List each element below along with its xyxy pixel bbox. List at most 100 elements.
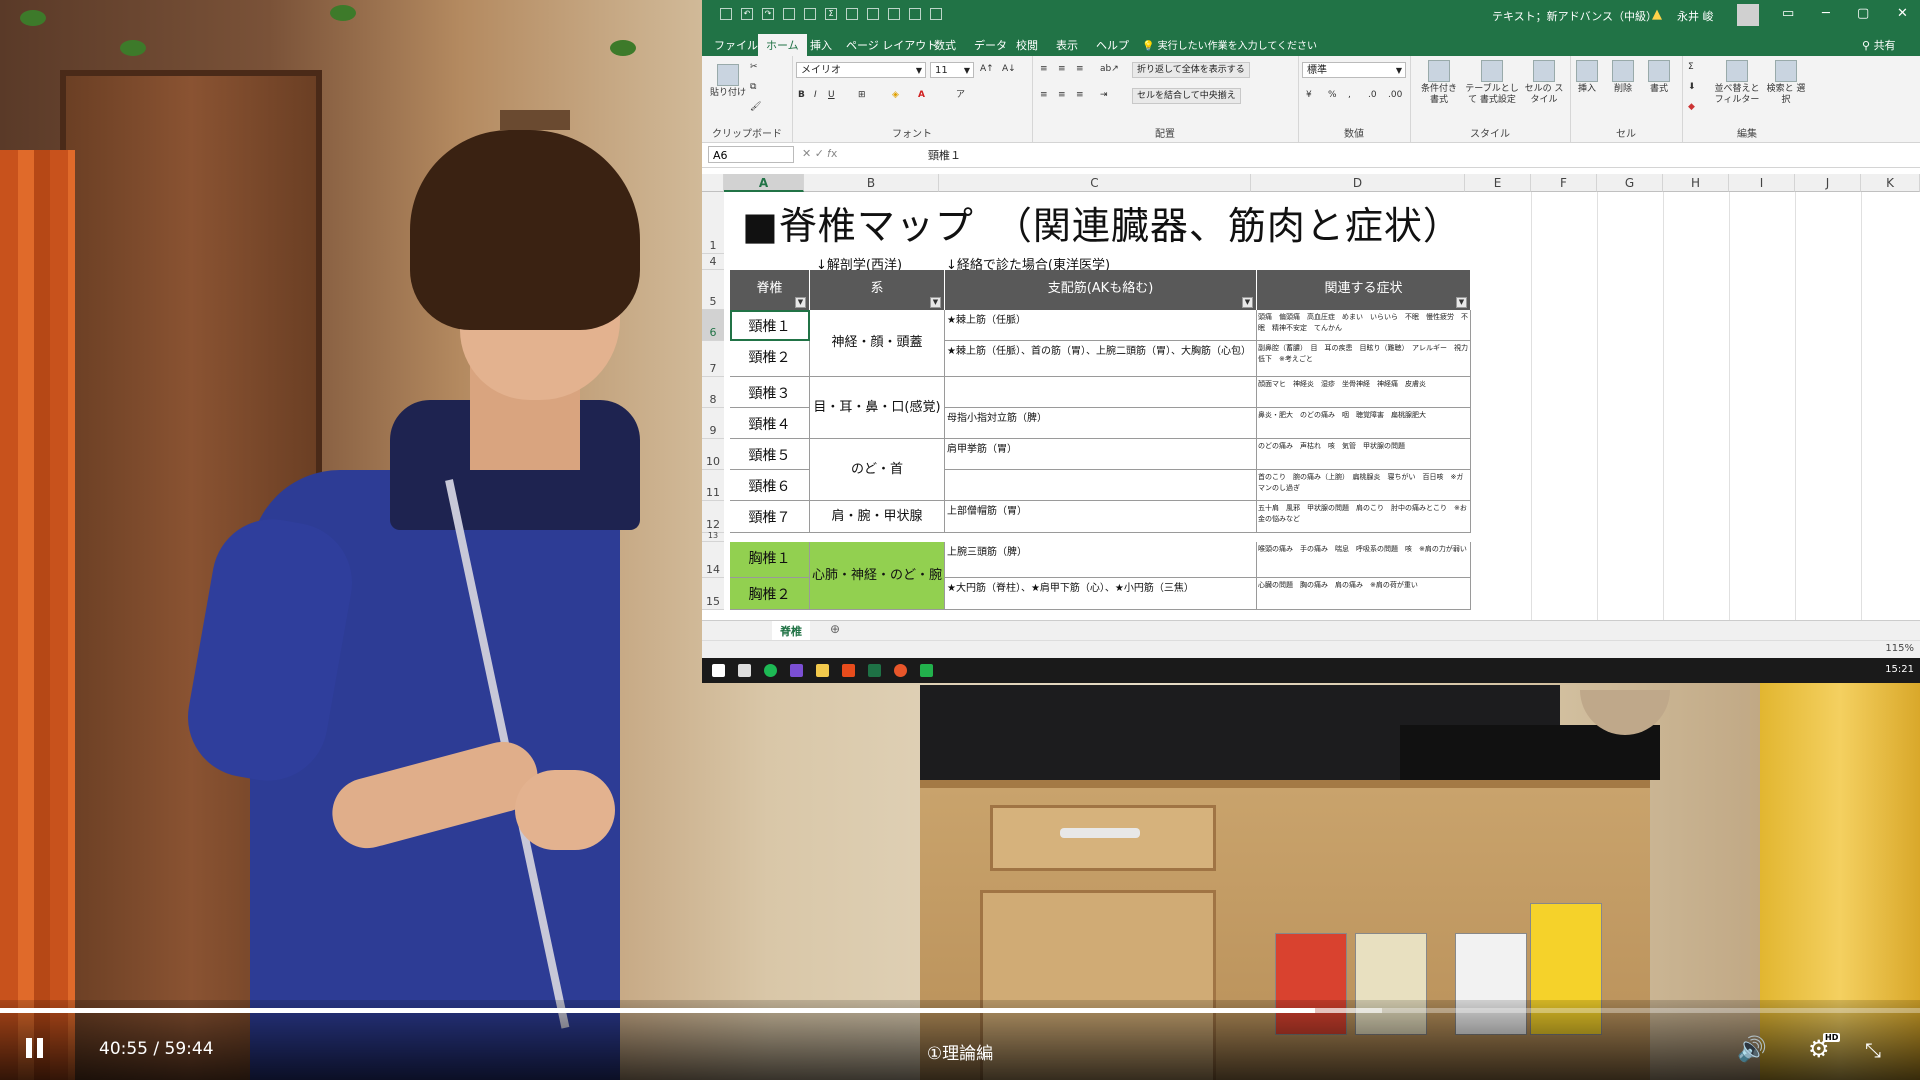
font-size-select[interactable]: 11 ▼ bbox=[930, 62, 974, 78]
decrease-decimal-icon[interactable]: .00 bbox=[1388, 90, 1402, 101]
merge-center-button[interactable]: セルを結合して中央揃え bbox=[1132, 88, 1241, 104]
symptom-cell[interactable]: 副鼻腔（蓄膿） 目 耳の疾患 目眩り（難聴） アレルギー 視力低下 ※考えごと bbox=[1257, 341, 1471, 377]
file-explorer-icon[interactable] bbox=[816, 664, 829, 677]
symptom-cell[interactable]: 鼻炎・肥大 のどの痛み 咽 聴覚障害 扁桃腺肥大 bbox=[1257, 408, 1471, 439]
column-header-f[interactable]: F bbox=[1531, 174, 1597, 192]
fx-icon[interactable]: ✕ ✓ 𝑓x bbox=[802, 147, 837, 161]
align-center-icon[interactable]: ≡ bbox=[1058, 90, 1066, 101]
row-header-15[interactable]: 15 bbox=[702, 578, 724, 610]
formula-input[interactable]: 頸椎１ bbox=[928, 147, 961, 163]
underline-icon[interactable]: U bbox=[828, 90, 835, 101]
tell-me-search[interactable]: 💡 実行したい作業を入力してください bbox=[1142, 37, 1317, 52]
filter-dropdown-icon[interactable]: ▼ bbox=[795, 297, 806, 308]
grow-font-icon[interactable]: A↑ bbox=[980, 64, 994, 75]
add-sheet-icon[interactable]: ⊕ bbox=[830, 622, 840, 636]
row-header-9[interactable]: 9 bbox=[702, 408, 724, 439]
filter-icon[interactable] bbox=[867, 8, 879, 20]
symptom-cell[interactable]: 首のこり 腕の痛み（上腕） 扁桃腺炎 寝ちがい 百日咳 ※ガマンのし過ぎ bbox=[1257, 470, 1471, 501]
row-header-11[interactable]: 11 bbox=[702, 470, 724, 501]
camera-icon[interactable] bbox=[888, 8, 900, 20]
font-size-icon[interactable] bbox=[804, 8, 816, 20]
align-left-icon[interactable]: ≡ bbox=[1040, 90, 1048, 101]
row-header-12[interactable]: 12 bbox=[702, 501, 724, 533]
spine-cell[interactable]: 胸椎２ bbox=[730, 578, 810, 610]
wrap-text-button[interactable]: 折り返して全体を表示する bbox=[1132, 62, 1250, 78]
format-painter-icon[interactable]: 🖌 bbox=[750, 102, 761, 113]
muscle-cell[interactable]: ★棘上筋（任脈） bbox=[945, 310, 1257, 341]
volume-icon[interactable]: 🔊 bbox=[1737, 1035, 1767, 1063]
find-select-button[interactable]: 検索と 選択 bbox=[1764, 60, 1808, 106]
filter-dropdown-icon[interactable]: ▼ bbox=[1456, 297, 1467, 308]
column-header-e[interactable]: E bbox=[1465, 174, 1531, 192]
filter-dropdown-icon[interactable]: ▼ bbox=[1242, 297, 1253, 308]
system-cell[interactable]: 肩・腕・甲状腺 bbox=[810, 501, 945, 533]
tab-view[interactable]: 表示 bbox=[1056, 37, 1078, 53]
exit-fullscreen-icon[interactable]: ⤡ bbox=[1865, 1038, 1881, 1062]
currency-icon[interactable]: ¥ bbox=[1306, 90, 1312, 101]
phonetic-icon[interactable]: ア bbox=[956, 90, 965, 101]
user-name[interactable]: 永井 峻 bbox=[1677, 8, 1714, 24]
onenote-icon[interactable] bbox=[790, 664, 803, 677]
align-top-icon[interactable]: ≡ bbox=[1040, 64, 1048, 75]
avatar[interactable] bbox=[1737, 4, 1759, 26]
spine-cell[interactable]: 頸椎３ bbox=[730, 377, 810, 408]
muscle-cell[interactable]: 上部僧帽筋（胃） bbox=[945, 501, 1257, 533]
row-header-6[interactable]: 6 bbox=[702, 310, 724, 341]
insert-cells-button[interactable]: 挿入 bbox=[1576, 60, 1598, 95]
borders-icon[interactable]: ⊞ bbox=[858, 90, 866, 101]
share-button[interactable]: ⚲ 共有 bbox=[1862, 37, 1896, 53]
muscle-cell[interactable] bbox=[945, 377, 1257, 408]
windows-start-icon[interactable] bbox=[712, 664, 725, 677]
column-header-g[interactable]: G bbox=[1597, 174, 1663, 192]
column-header-d[interactable]: D bbox=[1251, 174, 1465, 192]
symptom-cell[interactable]: 喉頭の痛み 手の痛み 喘息 呼吸系の問題 咳 ※肩の力が弱い bbox=[1257, 542, 1471, 578]
delete-cells-button[interactable]: 削除 bbox=[1612, 60, 1634, 95]
spine-cell[interactable]: 頸椎５ bbox=[730, 439, 810, 470]
maximize-button[interactable]: ▢ bbox=[1857, 6, 1869, 21]
copy-icon[interactable]: ⧉ bbox=[750, 82, 756, 93]
sort-filter-button[interactable]: 並べ替えと フィルター bbox=[1712, 60, 1762, 106]
tab-home[interactable]: ホーム bbox=[758, 34, 807, 56]
tab-insert[interactable]: 挿入 bbox=[810, 37, 832, 53]
fill-color-icon[interactable]: ◈ bbox=[892, 90, 899, 101]
tab-page-layout[interactable]: ページ レイアウト bbox=[846, 37, 937, 53]
system-cell[interactable]: 心肺・神経・のど・腕 bbox=[810, 542, 945, 610]
redo-icon[interactable]: ↷ bbox=[762, 8, 774, 20]
fill-icon[interactable]: ⬇ bbox=[1688, 82, 1696, 93]
spine-cell[interactable]: 頸椎６ bbox=[730, 470, 810, 501]
tab-help[interactable]: ヘルプ bbox=[1096, 37, 1129, 53]
muscle-cell[interactable]: 母指小指対立筋（脾） bbox=[945, 408, 1257, 439]
align-right-icon[interactable]: ≡ bbox=[1076, 90, 1084, 101]
autosum-icon[interactable]: Σ bbox=[1688, 62, 1694, 73]
muscle-cell[interactable]: 上腕三頭筋（脾） bbox=[945, 542, 1257, 578]
font-color-icon[interactable]: A bbox=[918, 90, 925, 101]
close-button[interactable]: ✕ bbox=[1897, 6, 1908, 21]
symptom-cell[interactable]: 顔面マヒ 神経炎 湿疹 坐骨神経 神経痛 皮膚炎 bbox=[1257, 377, 1471, 408]
system-cell[interactable]: 神経・顔・頭蓋 bbox=[810, 310, 945, 377]
shrink-font-icon[interactable]: A↓ bbox=[1002, 64, 1016, 75]
row-header-14[interactable]: 14 bbox=[702, 542, 724, 578]
column-header-c[interactable]: C bbox=[939, 174, 1251, 192]
align-bottom-icon[interactable]: ≡ bbox=[1076, 64, 1084, 75]
zoom-level[interactable]: 115% bbox=[1885, 643, 1914, 654]
browser-icon[interactable] bbox=[894, 664, 907, 677]
clear-icon[interactable]: ◆ bbox=[1688, 102, 1695, 113]
row-header-7[interactable]: 7 bbox=[702, 341, 724, 377]
row-header-10[interactable]: 10 bbox=[702, 439, 724, 470]
tab-review[interactable]: 校閲 bbox=[1016, 37, 1038, 53]
tab-file[interactable]: ファイル bbox=[714, 37, 758, 53]
sort-icon[interactable] bbox=[846, 8, 858, 20]
excel-icon[interactable] bbox=[868, 664, 881, 677]
spine-cell[interactable]: 頸椎１ bbox=[730, 310, 810, 341]
symptom-cell[interactable]: 心臓の問題 胸の痛み 肩の痛み ※肩の荷が重い bbox=[1257, 578, 1471, 610]
undo-icon[interactable]: ↶ bbox=[741, 8, 753, 20]
task-view-icon[interactable] bbox=[738, 664, 751, 677]
column-header-a[interactable]: A bbox=[724, 174, 804, 192]
comma-icon[interactable]: , bbox=[1348, 90, 1351, 101]
number-format-select[interactable]: 標準 ▼ bbox=[1302, 62, 1406, 78]
cell-styles-button[interactable]: セルの スタイル bbox=[1522, 60, 1566, 106]
symptom-cell[interactable]: のどの痛み 声枯れ 咳 気管 甲状腺の問題 bbox=[1257, 439, 1471, 470]
indent-icon[interactable]: ⇥ bbox=[1100, 90, 1108, 101]
select-all-corner[interactable] bbox=[702, 174, 724, 192]
tab-formulas[interactable]: 数式 bbox=[934, 37, 956, 53]
